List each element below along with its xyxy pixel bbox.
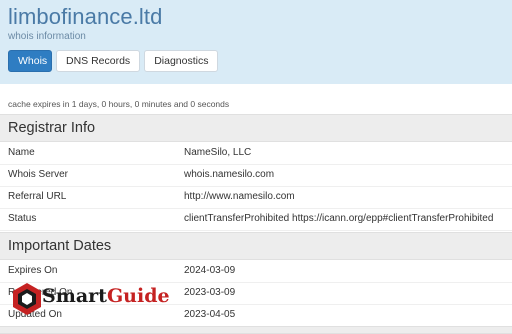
- row-value: 2023-03-09: [184, 287, 236, 298]
- row-key: Status: [8, 213, 37, 224]
- row-value: 2023-04-05: [184, 309, 236, 320]
- site-title: limbofinance.ltd: [8, 4, 163, 29]
- row-key: Referral URL: [8, 191, 67, 202]
- row-value: NameSilo, LLC: [184, 147, 252, 158]
- table-row: Registered On 2023-03-09: [0, 283, 512, 305]
- row-value: whois.namesilo.com: [184, 169, 275, 180]
- tab-whois[interactable]: Whois: [8, 50, 52, 72]
- header: limbofinance.ltd whois information Whois…: [0, 0, 512, 84]
- row-value: 2024-03-09: [184, 265, 236, 276]
- table-row: Referral URL http://www.namesilo.com: [0, 187, 512, 209]
- tab-dns-records[interactable]: DNS Records: [56, 50, 141, 72]
- table-row: Whois Server whois.namesilo.com: [0, 165, 512, 187]
- table-row: Expires On 2024-03-09: [0, 261, 512, 283]
- section-registrar-info: Registrar Info: [0, 114, 512, 142]
- row-value: clientTransferProhibited https://icann.o…: [184, 213, 494, 224]
- section-heading: Registrar Info: [8, 120, 96, 136]
- section-heading: Important Dates: [8, 238, 112, 254]
- row-key: Name: [8, 147, 35, 158]
- section-next: [0, 326, 512, 334]
- table-row: Status clientTransferProhibited https://…: [0, 209, 512, 231]
- section-important-dates: Important Dates: [0, 232, 512, 260]
- row-key: Whois Server: [8, 169, 69, 180]
- row-key: Expires On: [8, 265, 58, 276]
- tabs-bar: Whois DNS Records Diagnostics: [8, 50, 219, 72]
- row-value: http://www.namesilo.com: [184, 191, 295, 202]
- row-key: Updated On: [8, 309, 62, 320]
- table-row: Updated On 2023-04-05: [0, 305, 512, 327]
- site-subtitle: whois information: [8, 31, 86, 42]
- tab-diagnostics[interactable]: Diagnostics: [144, 50, 219, 72]
- row-key: Registered On: [8, 287, 73, 298]
- table-row: Name NameSilo, LLC: [0, 143, 512, 165]
- cache-note: cache expires in 1 days, 0 hours, 0 minu…: [8, 99, 230, 109]
